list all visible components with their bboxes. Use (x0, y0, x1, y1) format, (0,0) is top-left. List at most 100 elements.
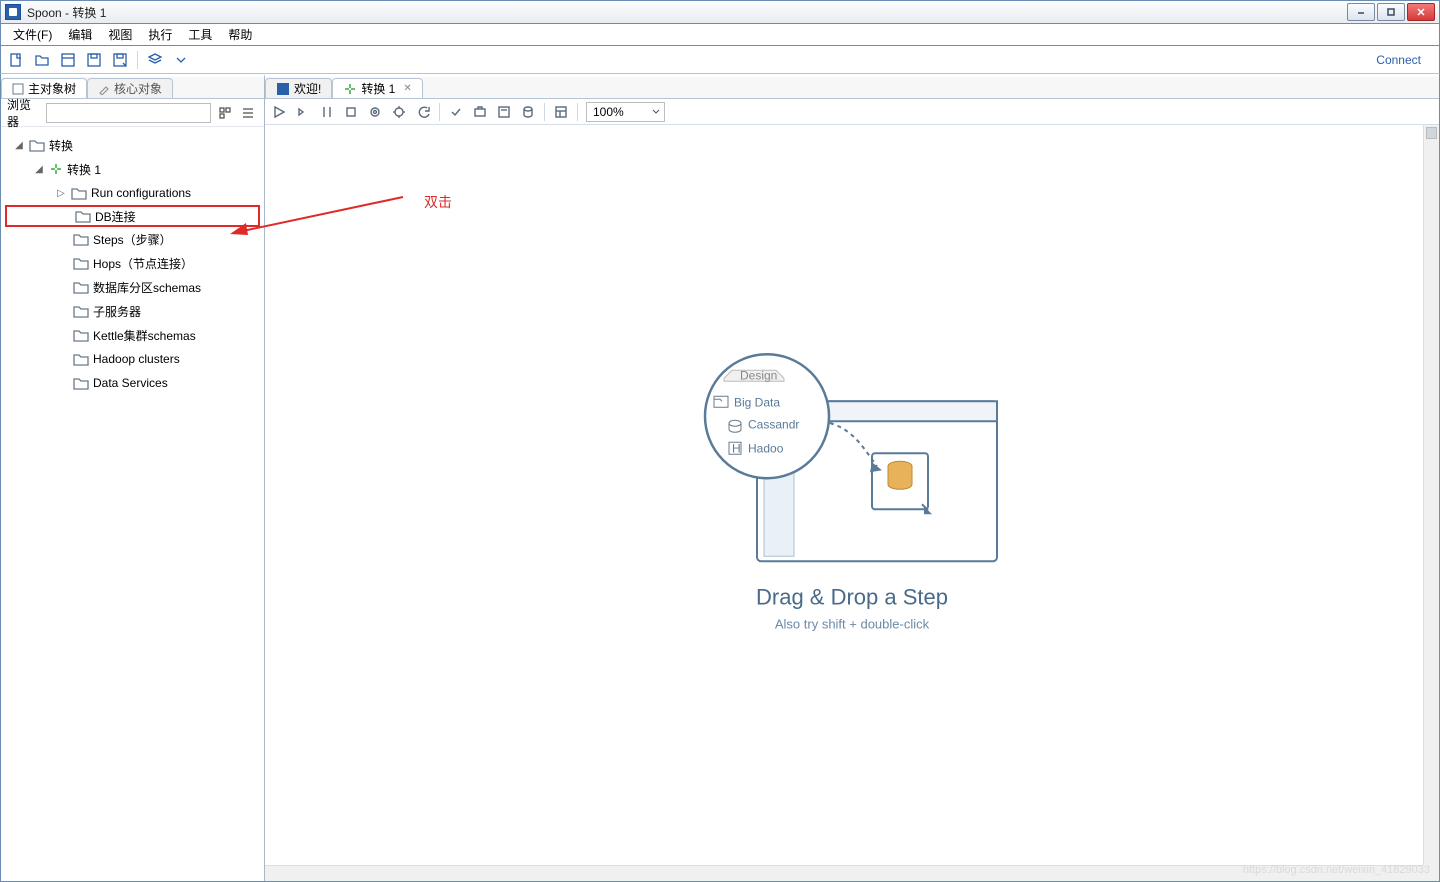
explore-db-icon[interactable] (520, 104, 536, 120)
tree-root[interactable]: ◢ 转换 (5, 133, 260, 157)
tab-core-objects[interactable]: 核心对象 (87, 78, 173, 98)
menu-tools[interactable]: 工具 (182, 24, 218, 45)
connect-link[interactable]: Connect (1376, 53, 1421, 67)
explore-icon[interactable] (59, 51, 77, 69)
tree-item-label: Kettle集群schemas (93, 327, 196, 344)
folder-icon (73, 280, 89, 294)
open-folder-icon[interactable] (33, 51, 51, 69)
vertical-scrollbar[interactable] (1423, 125, 1439, 865)
browser-input[interactable] (46, 103, 211, 123)
svg-text:H: H (732, 441, 741, 455)
impact-icon[interactable] (472, 104, 488, 120)
tree-item-cluster-schemas[interactable]: Kettle集群schemas (5, 323, 260, 347)
tree-item-label: Hops（节点连接） (93, 255, 193, 272)
browser-label: 浏览器 (7, 96, 42, 130)
pause-icon[interactable] (319, 104, 335, 120)
tree-item-label: 数据库分区schemas (93, 279, 201, 296)
zoom-value: 100% (593, 105, 624, 119)
watermark: https://blog.csdn.net/weixin_41829033 (1243, 864, 1430, 876)
close-button[interactable] (1407, 3, 1435, 21)
new-file-icon[interactable] (7, 51, 25, 69)
show-results-icon[interactable] (553, 104, 569, 120)
menu-help[interactable]: 帮助 (222, 24, 258, 45)
minimize-button[interactable] (1347, 3, 1375, 21)
menu-view[interactable]: 视图 (102, 24, 138, 45)
twisty-open-icon[interactable]: ◢ (13, 140, 25, 151)
toolbar-divider (577, 103, 578, 121)
maximize-button[interactable] (1377, 3, 1405, 21)
save-as-icon[interactable] (111, 51, 129, 69)
tree-item-label: 子服务器 (93, 303, 141, 320)
svg-text:Cassandr: Cassandr (748, 417, 799, 431)
editor-tab-trans1[interactable]: 转换 1 ✕ (332, 78, 422, 98)
debug-icon[interactable] (391, 104, 407, 120)
tree-item-label: Run configurations (91, 186, 191, 200)
tree-item-label: Data Services (93, 376, 168, 390)
canvas[interactable]: Design Big Data Cassandr H Hadoo (265, 125, 1439, 881)
folder-icon (71, 186, 87, 200)
menu-edit[interactable]: 编辑 (62, 24, 98, 45)
tab-main-tree-label: 主对象树 (28, 80, 76, 97)
stop-icon[interactable] (343, 104, 359, 120)
transformation-icon (343, 82, 357, 96)
menu-run[interactable]: 执行 (142, 24, 178, 45)
toolbar-divider (544, 103, 545, 121)
verify-icon[interactable] (448, 104, 464, 120)
tree-item-db-connection[interactable]: DB连接 (5, 205, 260, 227)
run-options-icon[interactable] (295, 104, 311, 120)
canvas-wrap: Design Big Data Cassandr H Hadoo (265, 125, 1439, 881)
browser-row: 浏览器 (1, 99, 264, 127)
svg-text:Design: Design (740, 368, 777, 382)
tree-item-label: DB连接 (95, 208, 136, 225)
editor-tab-welcome[interactable]: 欢迎! (265, 78, 332, 98)
window-title: Spoon - 转换 1 (27, 4, 106, 21)
menu-file[interactable]: 文件(F) (7, 24, 58, 45)
folder-icon (73, 352, 89, 366)
pencil-icon (98, 83, 110, 95)
tree-item-slave-servers[interactable]: 子服务器 (5, 299, 260, 323)
tree-item-hops[interactable]: Hops（节点连接） (5, 251, 260, 275)
tree-item-hadoop-clusters[interactable]: Hadoop clusters (5, 347, 260, 371)
perspective-icon[interactable] (146, 51, 164, 69)
tree-item-data-services[interactable]: Data Services (5, 371, 260, 395)
svg-text:Big Data: Big Data (734, 395, 780, 409)
collapse-all-icon[interactable] (239, 103, 258, 123)
editor-tab-trans1-label: 转换 1 (361, 80, 395, 97)
folder-icon (75, 209, 91, 223)
folder-icon (73, 304, 89, 318)
tree-item-partition-schemas[interactable]: 数据库分区schemas (5, 275, 260, 299)
replay-icon[interactable] (415, 104, 431, 120)
expand-all-icon[interactable] (215, 103, 234, 123)
tree-item-run-configurations[interactable]: ▷ Run configurations (5, 181, 260, 205)
folder-icon (73, 328, 89, 342)
svg-text:Hadoo: Hadoo (748, 441, 784, 455)
tree-root-label: 转换 (49, 137, 73, 154)
title-bar: Spoon - 转换 1 (0, 0, 1440, 24)
run-icon[interactable] (271, 104, 287, 120)
object-tree[interactable]: ◢ 转换 ◢ 转换 1 ▷ Run configurations DB连接 St… (1, 127, 264, 881)
main-toolbar: Connect (0, 46, 1440, 74)
tree-icon (12, 83, 24, 95)
sql-icon[interactable] (496, 104, 512, 120)
tree-item-steps[interactable]: Steps（步骤） (5, 227, 260, 251)
toolbar-divider (439, 103, 440, 121)
tab-close-icon[interactable]: ✕ (403, 83, 411, 94)
folder-icon (73, 232, 89, 246)
editor-tabstrip: 欢迎! 转换 1 ✕ (265, 77, 1439, 99)
app-icon (5, 4, 21, 20)
zoom-combo[interactable]: 100% (586, 102, 665, 122)
canvas-placeholder: Design Big Data Cassandr H Hadoo (702, 346, 1002, 631)
menu-bar: 文件(F) 编辑 视图 执行 工具 帮助 (0, 24, 1440, 46)
welcome-tab-icon (276, 82, 290, 96)
placeholder-title: Drag & Drop a Step (756, 584, 948, 610)
tree-item-label: Hadoop clusters (93, 352, 180, 366)
twisty-closed-icon[interactable]: ▷ (55, 188, 67, 199)
tree-trans1[interactable]: ◢ 转换 1 (5, 157, 260, 181)
dropdown-arrow-icon[interactable] (172, 51, 190, 69)
transformation-icon (49, 162, 63, 176)
preview-icon[interactable] (367, 104, 383, 120)
twisty-open-icon[interactable]: ◢ (33, 164, 45, 175)
save-icon[interactable] (85, 51, 103, 69)
editor-tab-welcome-label: 欢迎! (294, 80, 321, 97)
tab-core-objects-label: 核心对象 (114, 80, 162, 97)
